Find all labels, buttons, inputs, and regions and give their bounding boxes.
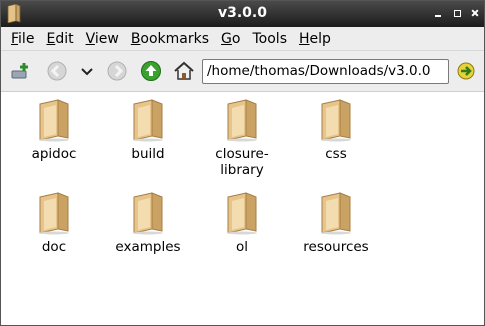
file-name: doc [41,239,67,255]
file-item[interactable]: ol [202,191,282,255]
folder-icon [227,192,257,235]
folder-icon [321,192,351,235]
menu-tools[interactable]: Tools [246,31,293,47]
file-item[interactable]: resources [296,191,376,255]
file-item[interactable]: css [296,98,376,162]
folder-icon [39,192,69,235]
location-input[interactable]: /home/thomas/Downloads/v3.0.0 [202,59,449,84]
menu-bookmarks[interactable]: Bookmarks [125,31,215,47]
file-item[interactable]: build [108,98,188,162]
file-name: ol [235,239,248,255]
home-icon[interactable] [173,60,195,82]
new-tab-icon[interactable] [10,60,32,82]
file-view: apidoc build closure- library css doc ex… [1,93,484,325]
file-item[interactable]: apidoc [14,98,94,162]
forward-icon[interactable] [106,60,128,82]
folder-icon [39,99,69,142]
menu-bar: File Edit View Bookmarks Go Tools Help [1,27,484,51]
file-name: apidoc [31,146,77,162]
maximize-icon[interactable] [450,6,464,20]
up-icon[interactable] [140,60,162,82]
go-icon[interactable] [455,60,477,82]
file-name: examples [115,239,181,255]
menu-edit[interactable]: Edit [40,31,79,47]
menu-view[interactable]: View [80,31,125,47]
file-item[interactable]: doc [14,191,94,255]
file-name: resources [303,239,369,255]
file-name-line2: library [220,162,264,178]
file-name: build [131,146,165,162]
title-bar[interactable]: v3.0.0 [1,1,484,27]
folder-icon [133,192,163,235]
menu-help[interactable]: Help [293,31,337,47]
back-icon[interactable] [46,60,68,82]
folder-icon [321,99,351,142]
file-item[interactable]: examples [108,191,188,255]
folder-icon [133,99,163,142]
file-item[interactable]: closure- library [202,98,282,178]
minimize-icon[interactable] [431,6,445,20]
folder-icon [227,99,257,142]
file-name-line1: closure- [215,146,269,162]
history-dropdown-icon[interactable] [76,60,98,82]
close-icon[interactable] [468,6,482,20]
window-title: v3.0.0 [218,5,267,21]
toolbar: /home/thomas/Downloads/v3.0.0 [1,51,484,92]
menu-go[interactable]: Go [215,31,246,47]
file-manager-window: v3.0.0 File Edit View Bookmarks Go Tools… [0,0,485,326]
file-name: css [325,146,347,162]
menu-file[interactable]: File [5,31,40,47]
